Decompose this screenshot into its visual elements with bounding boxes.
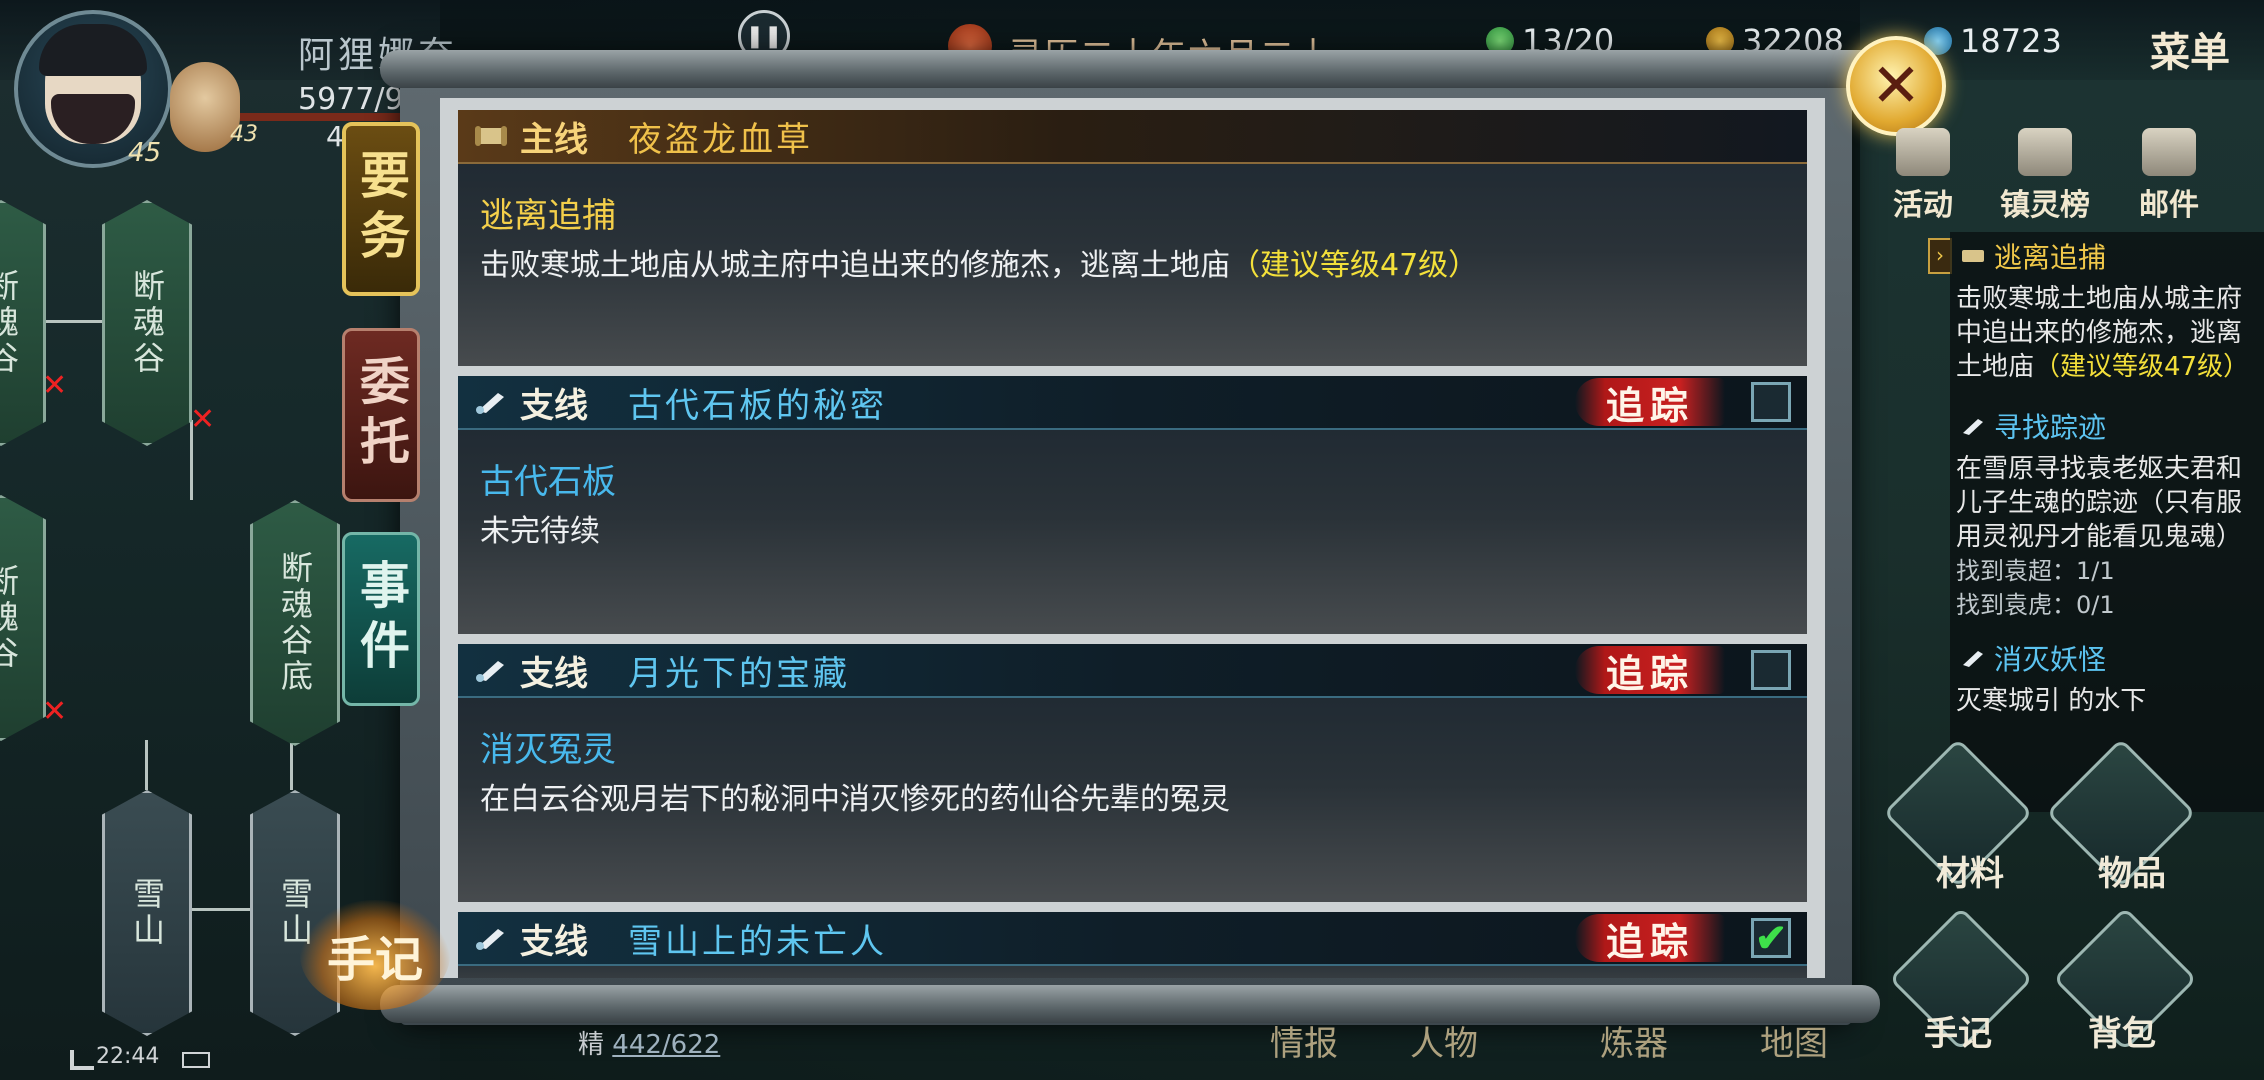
quest-title: 月光下的宝藏: [628, 653, 850, 694]
blocked-x-icon: ✕: [42, 694, 68, 729]
close-button[interactable]: ✕: [1846, 36, 1946, 136]
track-checkbox[interactable]: [1751, 382, 1791, 422]
track-checkbox-checked[interactable]: ✔: [1751, 918, 1791, 958]
journal-button-label[interactable]: 手记: [1878, 1006, 2038, 1055]
gift-icon: [1896, 128, 1950, 176]
items-button-label[interactable]: 物品: [2052, 846, 2212, 895]
quest-type: 支线: [520, 653, 588, 694]
quest-type: 主线: [520, 119, 588, 160]
quest-header: 主线 夜盗龙血草: [458, 110, 1807, 164]
tab-shijian[interactable]: 事件: [342, 532, 420, 706]
quest-type: 支线: [520, 385, 588, 426]
tracker-progress: 找到袁超：1/1: [1956, 557, 2115, 585]
track-button[interactable]: 追踪: [1575, 378, 1725, 428]
tracker-collapse-icon[interactable]: ›: [1928, 238, 1952, 274]
quest-card-side[interactable]: 支线 雪山上的未亡人 追踪 ✔: [458, 912, 1807, 978]
pagoda-icon: [2018, 128, 2072, 176]
quest-title: 古代石板的秘密: [628, 385, 887, 426]
player-portrait-icon: [39, 24, 147, 144]
quest-header: 支线 古代石板的秘密 追踪: [458, 376, 1807, 430]
quest-header: 支线 月光下的宝藏 追踪: [458, 644, 1807, 698]
quest-step: 古代石板: [480, 462, 616, 502]
tracker-progress: 找到袁虎：0/1: [1956, 591, 2115, 619]
quest-description: 击败寒城土地庙从城主府中追出来的修施杰，逃离土地庙（建议等级47级）: [480, 248, 1479, 283]
scroll-icon: [1962, 250, 1984, 262]
bottom-nav-refining[interactable]: 炼器: [1600, 1016, 1668, 1065]
quest-description: 未完待续: [480, 514, 600, 549]
quest-header: 支线 雪山上的未亡人 追踪 ✔: [458, 912, 1807, 966]
map-connector: [290, 740, 293, 790]
tracker-title: 寻找踪迹: [1950, 406, 2264, 446]
material-button-label[interactable]: 材料: [1890, 846, 2050, 895]
bottom-nav-map[interactable]: 地图: [1760, 1016, 1828, 1065]
pause-icon: ❚❚: [745, 23, 783, 49]
quest-list[interactable]: 主线 夜盗龙血草 逃离追捕 击败寒城土地庙从城主府中追出来的修施杰，逃离土地庙（…: [440, 98, 1825, 978]
brush-icon: [1963, 419, 1983, 435]
quest-description: 在白云谷观月岩下的秘洞中消灭惨死的药仙谷先辈的冤灵: [480, 782, 1230, 817]
map-connector: [145, 740, 148, 790]
checkmark-icon: ✔: [1755, 915, 1787, 960]
tab-yaowu[interactable]: 要务: [342, 122, 420, 296]
map-node[interactable]: 断魂谷: [0, 200, 46, 446]
brush-icon: [476, 661, 504, 682]
map-node[interactable]: 断魂谷: [0, 495, 46, 741]
quest-title: 雪山上的未亡人: [628, 921, 887, 962]
activity-button[interactable]: 活动: [1868, 128, 1978, 224]
backpack-button-label[interactable]: 背包: [2042, 1006, 2202, 1055]
menu-button[interactable]: 菜单: [2150, 20, 2230, 78]
quest-step: 逃离追捕: [480, 196, 616, 236]
track-checkbox[interactable]: [1751, 650, 1791, 690]
tracker-description: 灭寒城引 的水下: [1956, 686, 2147, 716]
spirit-counter: 18723: [1924, 22, 2062, 60]
tracker-title: 消灭妖怪: [1950, 638, 2264, 678]
mail-button[interactable]: 邮件: [2114, 128, 2224, 224]
quest-tracker[interactable]: 逃离追捕 击败寒城土地庙从城主府中追出来的修施杰，逃离土地庙（建议等级47级） …: [1950, 232, 2264, 812]
map-node[interactable]: 断魂谷底: [250, 500, 340, 746]
blocked-x-icon: ✕: [190, 402, 216, 437]
tracker-title: 逃离追捕: [1950, 236, 2264, 276]
tracker-description: 击败寒城土地庙从城主府中追出来的修施杰，逃离土地庙（建议等级47级）: [1956, 284, 2250, 382]
close-icon: ✕: [1870, 51, 1922, 121]
bottom-nav-characters[interactable]: 人物: [1410, 1016, 1478, 1065]
map-node[interactable]: 断魂谷: [102, 200, 192, 446]
brush-icon: [476, 929, 504, 950]
quest-title: 夜盗龙血草: [628, 119, 813, 160]
track-button[interactable]: 追踪: [1575, 914, 1725, 964]
quest-card-side[interactable]: 支线 古代石板的秘密 追踪 古代石板 未完待续: [458, 376, 1807, 634]
scroll-icon: [475, 126, 507, 146]
quest-type: 支线: [520, 921, 588, 962]
tracker-description: 在雪原寻找袁老妪夫君和儿子生魂的踪迹（只有服用灵视丹才能看见鬼魂）: [1956, 454, 2243, 552]
device-clock: 22:44: [96, 1044, 160, 1069]
track-button[interactable]: 追踪: [1575, 646, 1725, 696]
map-node[interactable]: 雪山: [102, 790, 192, 1036]
mail-icon: [2142, 128, 2196, 176]
scroll-rod-top: [380, 50, 1880, 88]
level-hint: （建议等级47级）: [1230, 248, 1479, 283]
brush-icon: [476, 393, 504, 414]
quest-step: 消灭冤灵: [480, 730, 616, 770]
signal-icon: [70, 1050, 94, 1070]
companion-level: 43: [230, 122, 258, 147]
blocked-x-icon: ✕: [42, 368, 68, 403]
player-hp-bar: [240, 113, 400, 121]
bottom-nav-intel[interactable]: 情报: [1270, 1016, 1338, 1065]
essence-counter: 精 442/622: [578, 1030, 721, 1060]
journal-tab-button[interactable]: 手记: [300, 900, 450, 1010]
quest-card-main[interactable]: 主线 夜盗龙血草 逃离追捕 击败寒城土地庙从城主府中追出来的修施杰，逃离土地庙（…: [458, 110, 1807, 366]
player-level: 45: [128, 138, 162, 168]
ranking-button[interactable]: 镇灵榜: [1990, 128, 2100, 224]
quest-card-side[interactable]: 支线 月光下的宝藏 追踪 消灭冤灵 在白云谷观月岩下的秘洞中消灭惨死的药仙谷先辈…: [458, 644, 1807, 902]
battery-icon: [182, 1052, 210, 1068]
tab-weituo[interactable]: 委托: [342, 328, 420, 502]
brush-icon: [1963, 651, 1983, 667]
